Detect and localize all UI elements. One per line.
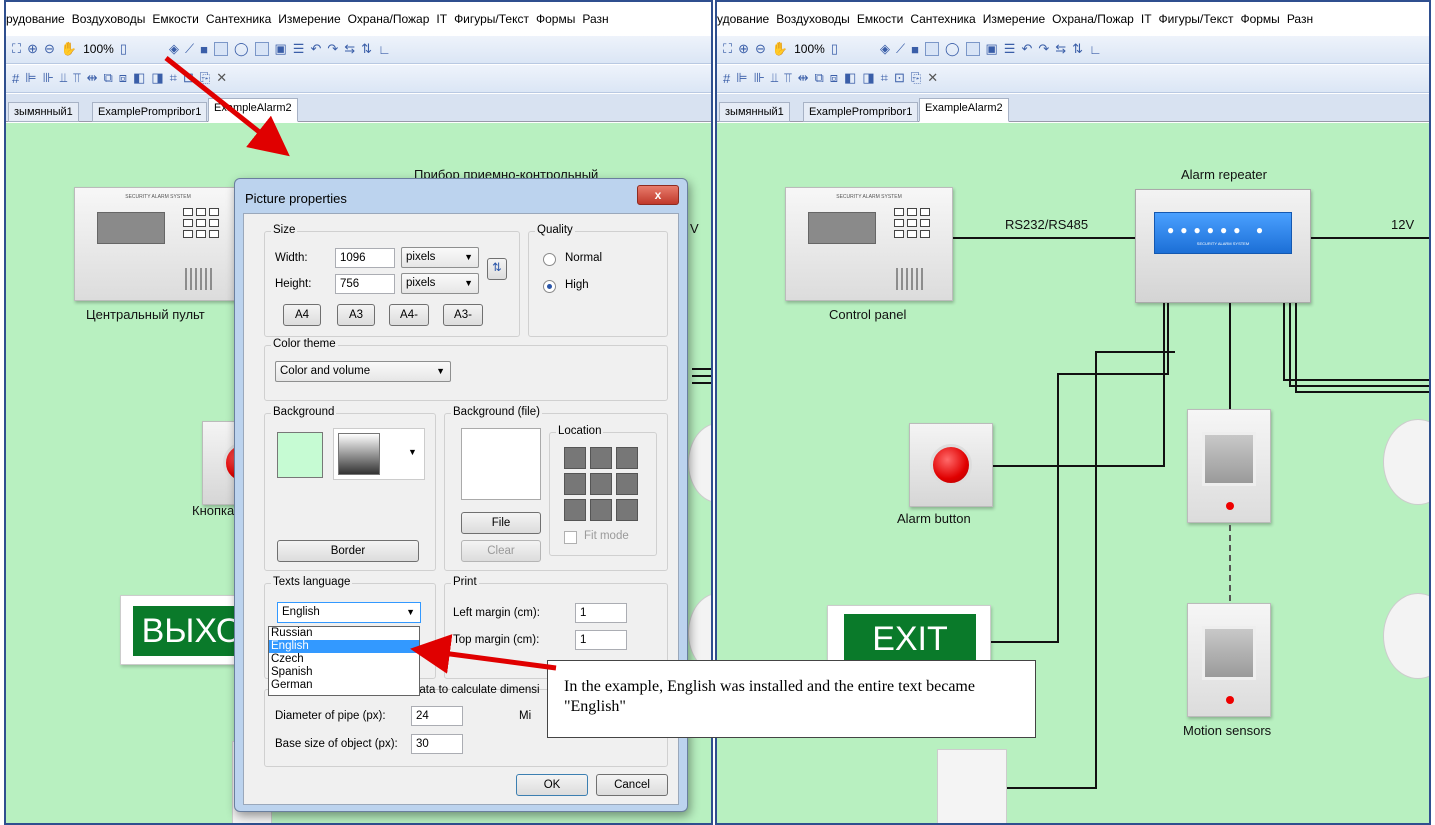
arrow-to-english-option — [410, 634, 557, 674]
annotation-arrows — [164, 56, 557, 674]
arrow-to-dialog — [164, 56, 290, 157]
